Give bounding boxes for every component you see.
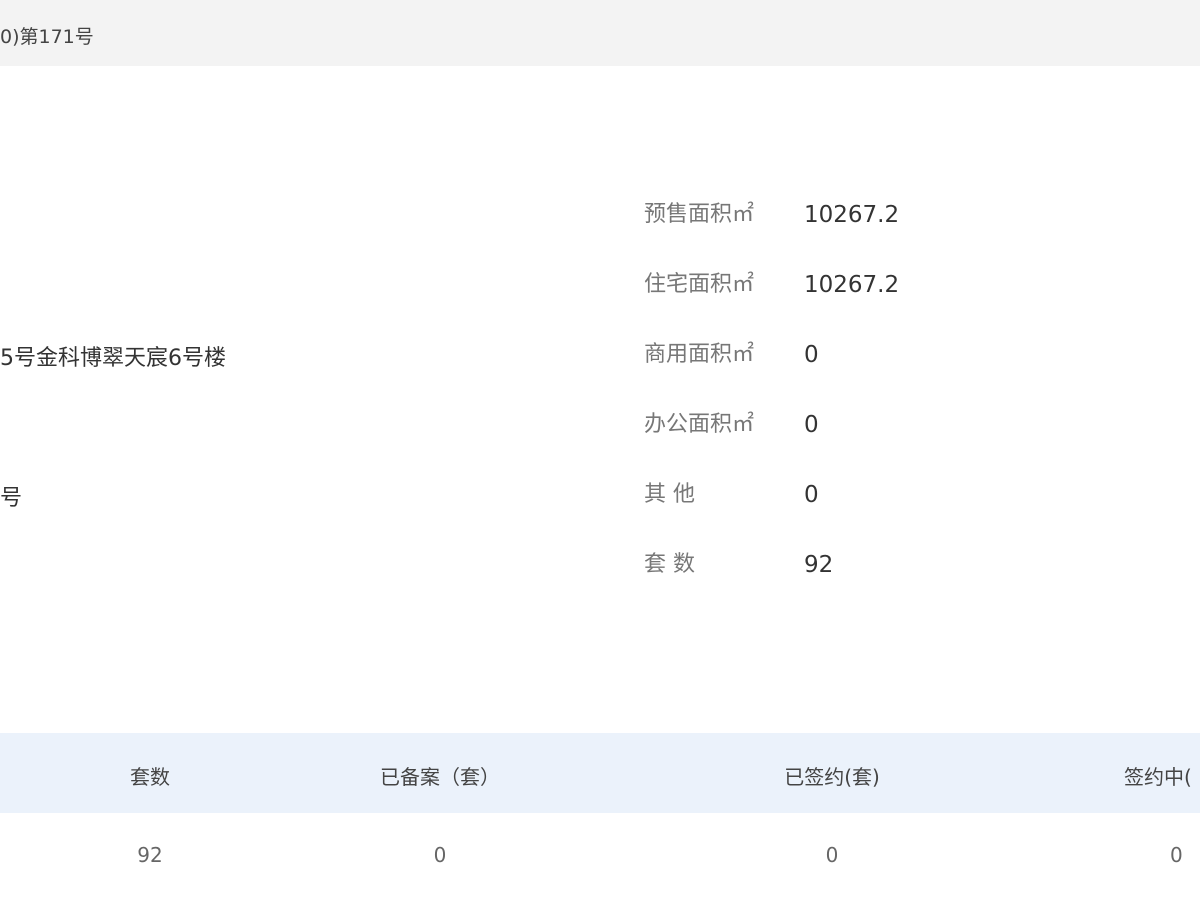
presale-detail-page: 0)第171号 5号金科博翠天宸6号楼 号 预售面积㎡ 10267.2 住宅面积… (0, 0, 1200, 900)
info-label: 预售面积㎡ (644, 202, 755, 227)
info-row-presale-area: 预售面积㎡ 10267.2 (644, 196, 899, 266)
table-header-cell: 套数 (130, 765, 170, 789)
presale-permit-number: 0)第171号 (0, 26, 94, 48)
info-label: 办公面积㎡ (644, 412, 755, 437)
info-value: 10267.2 (804, 272, 900, 298)
table-header-cell: 已备案（套） (380, 765, 500, 789)
info-value: 0 (804, 482, 819, 508)
number-fragment: 号 (0, 486, 23, 511)
table-cell: 0 (433, 843, 447, 867)
info-value: 10267.2 (804, 202, 900, 228)
table-cell: 92 (137, 843, 163, 867)
info-value: 0 (804, 412, 819, 438)
info-label: 商用面积㎡ (644, 342, 755, 367)
permit-header-bar: 0)第171号 (0, 0, 1200, 66)
info-label: 其 他 (644, 482, 695, 507)
area-info-list: 预售面积㎡ 10267.2 住宅面积㎡ 10267.2 商用面积㎡ 0 办公面积… (644, 196, 899, 616)
table-header-cell: 签约中( (1124, 765, 1192, 789)
table-cell: 0 (1170, 843, 1183, 867)
sales-table-header: 套数 已备案（套） 已签约(套) 签约中( (0, 733, 1200, 813)
table-header-cell: 已签约(套) (784, 765, 880, 789)
info-row-unit-count: 套 数 92 (644, 546, 899, 616)
info-label: 住宅面积㎡ (644, 272, 755, 297)
info-row-office-area: 办公面积㎡ 0 (644, 406, 899, 476)
building-address: 5号金科博翠天宸6号楼 (0, 346, 226, 371)
info-label: 套 数 (644, 552, 695, 577)
info-row-residential-area: 住宅面积㎡ 10267.2 (644, 266, 899, 336)
info-row-commercial-area: 商用面积㎡ 0 (644, 336, 899, 406)
info-value: 0 (804, 342, 819, 368)
info-value: 92 (804, 552, 834, 578)
table-cell: 0 (825, 843, 839, 867)
info-row-other-area: 其 他 0 (644, 476, 899, 546)
